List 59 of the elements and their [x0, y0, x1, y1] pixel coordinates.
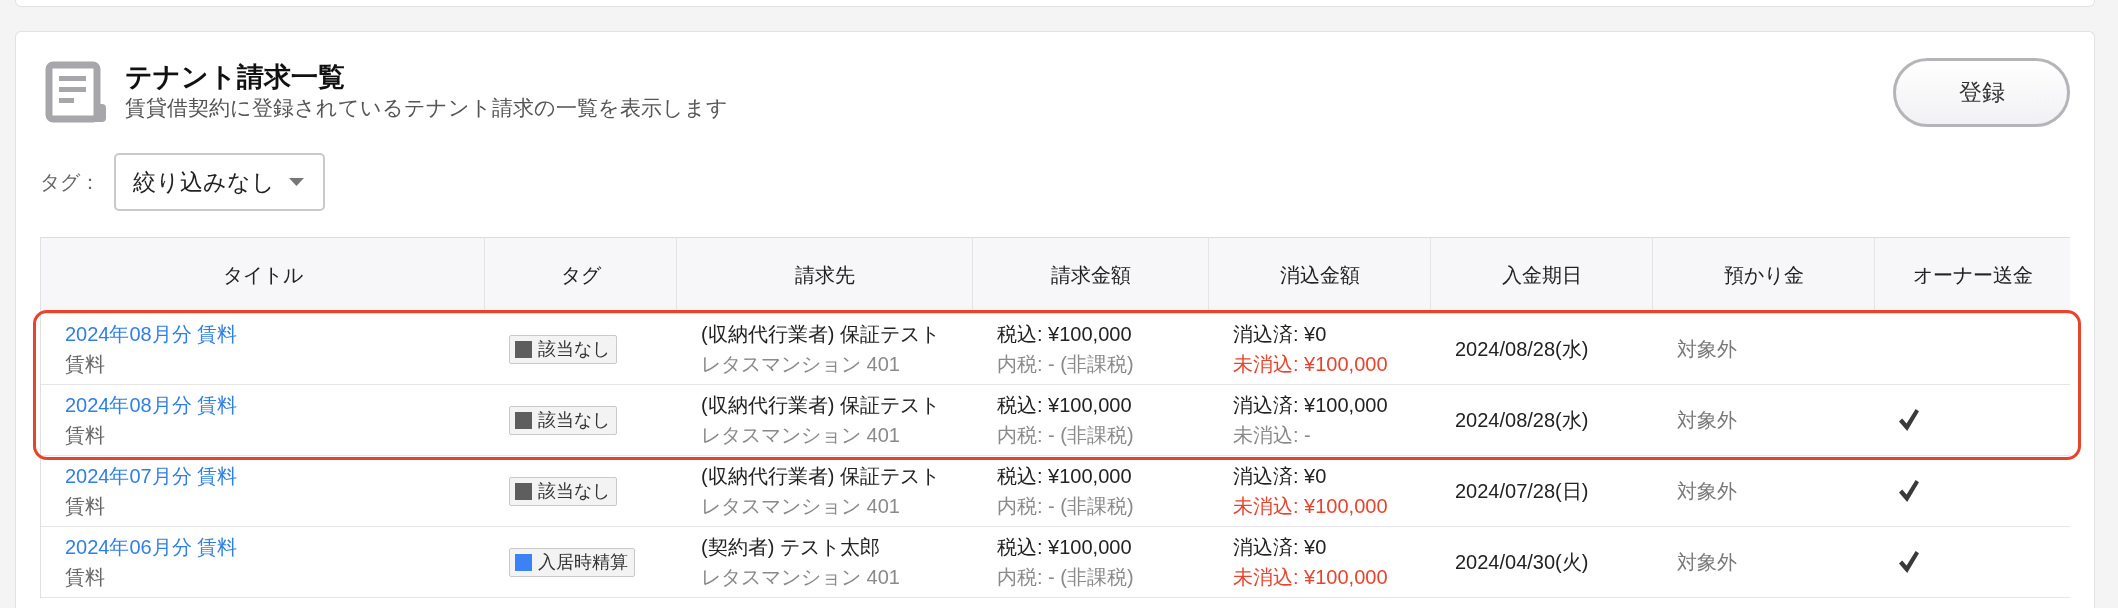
- inner-tax-text: 内税: - (非課税): [997, 352, 1134, 377]
- column-header: 消込金額: [1209, 237, 1431, 314]
- tag-text: 該当なし: [538, 480, 610, 502]
- column-header: 入金期日: [1431, 237, 1653, 314]
- category-text: 賃料: [65, 494, 105, 519]
- due-date: 2024/07/28(日): [1455, 479, 1589, 504]
- billing-name: (収納代行業者) 保証テスト: [701, 464, 940, 489]
- uncleared-amount: 未消込: ¥100,000: [1233, 494, 1388, 519]
- due-date: 2024/08/28(水): [1455, 337, 1589, 362]
- property-name: レタスマンション 401: [701, 565, 900, 590]
- property-name: レタスマンション 401: [701, 423, 900, 448]
- column-header: オーナー送金: [1875, 237, 2070, 314]
- cleared-amount: 消込済: ¥0: [1233, 322, 1327, 347]
- document-icon: [45, 61, 107, 123]
- register-button[interactable]: 登録: [1893, 58, 2070, 127]
- property-name: レタスマンション 401: [701, 352, 900, 377]
- uncleared-amount: 未消込: ¥100,000: [1233, 352, 1388, 377]
- tax-included-amount: 税込: ¥100,000: [997, 464, 1132, 489]
- column-header: タイトル: [41, 237, 485, 314]
- column-header: 預かり金: [1653, 237, 1875, 314]
- cleared-amount: 消込済: ¥0: [1233, 464, 1327, 489]
- category-text: 賃料: [65, 352, 105, 377]
- billing-name: (収納代行業者) 保証テスト: [701, 393, 940, 418]
- page-title: テナント請求一覧: [125, 61, 346, 93]
- filter-label: タグ：: [40, 169, 101, 195]
- column-header: タグ: [485, 237, 677, 314]
- tax-included-amount: 税込: ¥100,000: [997, 535, 1132, 560]
- invoice-link[interactable]: 2024年07月分 賃料: [65, 461, 238, 491]
- inner-tax-text: 内税: - (非課税): [997, 423, 1134, 448]
- page-description: 賃貸借契約に登録されているテナント請求の一覧を表示します: [125, 95, 728, 121]
- billing-name: (契約者) テスト太郎: [701, 535, 880, 560]
- uncleared-amount: 未消込: -: [1233, 423, 1311, 448]
- invoice-link[interactable]: 2024年06月分 賃料: [65, 532, 238, 562]
- caret-icon: [289, 178, 304, 186]
- deposit-status: 対象外: [1677, 337, 1737, 362]
- column-header: 請求先: [677, 237, 973, 314]
- property-name: レタスマンション 401: [701, 494, 900, 519]
- due-date: 2024/08/28(水): [1455, 408, 1589, 433]
- cleared-amount: 消込済: ¥100,000: [1233, 393, 1388, 418]
- invoice-link[interactable]: 2024年08月分 賃料: [65, 390, 238, 420]
- uncleared-amount: 未消込: ¥100,000: [1233, 565, 1388, 590]
- invoice-link[interactable]: 2024年08月分 賃料: [65, 319, 238, 349]
- inner-tax-text: 内税: - (非課税): [997, 494, 1134, 519]
- deposit-status: 対象外: [1677, 479, 1737, 504]
- tag-filter-dropdown[interactable]: 絞り込みなし: [114, 153, 325, 211]
- tax-included-amount: 税込: ¥100,000: [997, 393, 1132, 418]
- due-date: 2024/04/30(火): [1455, 550, 1589, 575]
- tag-text: 該当なし: [538, 409, 610, 431]
- billing-name: (収納代行業者) 保証テスト: [701, 322, 940, 347]
- inner-tax-text: 内税: - (非課税): [997, 565, 1134, 590]
- tag-text: 該当なし: [538, 338, 610, 360]
- category-text: 賃料: [65, 423, 105, 448]
- category-text: 賃料: [65, 565, 105, 590]
- deposit-status: 対象外: [1677, 408, 1737, 433]
- column-header: 請求金額: [973, 237, 1209, 314]
- cleared-amount: 消込済: ¥0: [1233, 535, 1327, 560]
- tax-included-amount: 税込: ¥100,000: [997, 322, 1132, 347]
- tag-text: 入居時精算: [538, 551, 628, 573]
- deposit-status: 対象外: [1677, 550, 1737, 575]
